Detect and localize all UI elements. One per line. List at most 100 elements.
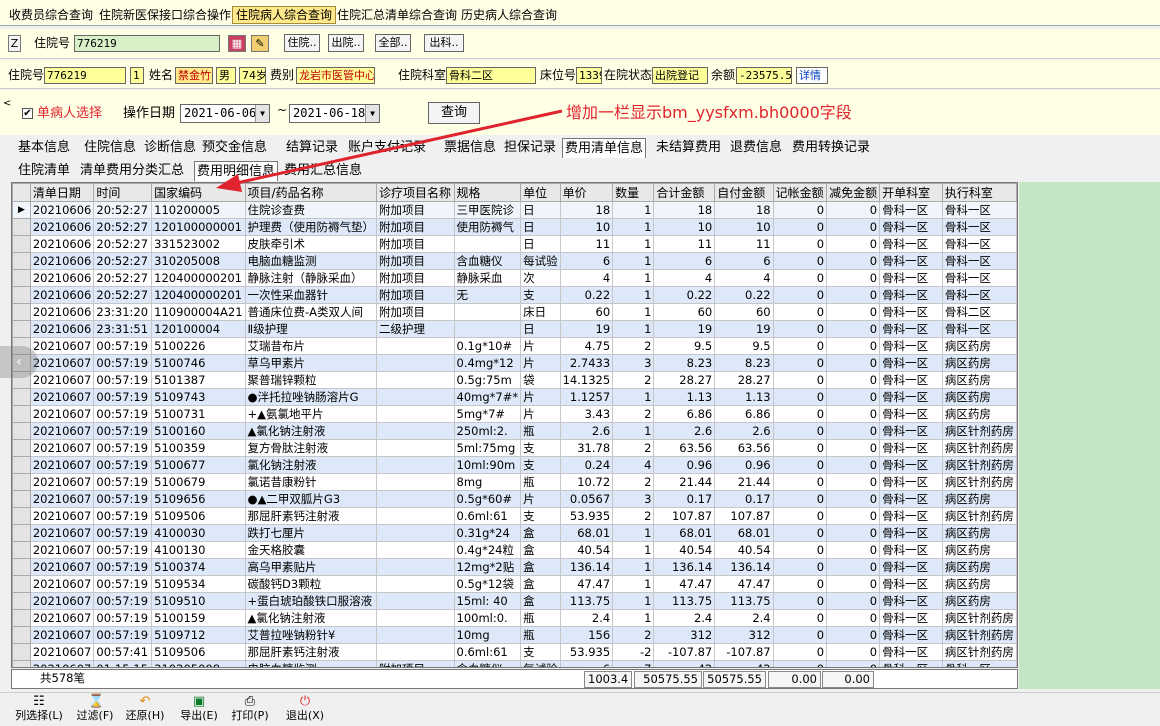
all-button[interactable]: 全部.. [375, 34, 411, 52]
table-row[interactable]: 20210606 23:31:20 110900004A21 普通床位费-A类双人间附… [12, 303, 1017, 321]
fee-detail-grid[interactable]: 清单日期 时间 国家编码 项目/药品名称 诊疗项目名称 规格 单位 单价 数量 合计金额 自付金额记… [11, 182, 1018, 668]
row-indicator[interactable] [12, 575, 31, 593]
row-indicator[interactable] [12, 303, 31, 321]
row-indicator[interactable] [12, 592, 31, 610]
exit-dept-button[interactable]: 出科.. [424, 34, 464, 52]
print-button[interactable]: ⎙ 打印(P) [227, 695, 273, 725]
table-row[interactable]: 20210607 00:57:19 5109656 ●▲二甲双胍片G3 0.5g*60#… [12, 490, 1017, 508]
row-indicator[interactable] [12, 439, 31, 457]
discharge-button[interactable]: 出院.. [328, 34, 364, 52]
row-indicator[interactable] [12, 558, 31, 576]
date-from-picker[interactable]: 2021-06-06 ▼ [180, 104, 270, 123]
tab-history-patient[interactable]: 历史病人综合查询 [458, 6, 560, 24]
row-indicator[interactable] [12, 626, 31, 644]
date-to-picker[interactable]: 2021-06-18 ▼ [289, 104, 380, 123]
subtab-2[interactable]: 清单费用分类汇总 [78, 161, 186, 181]
row-indicator[interactable] [12, 235, 31, 253]
column-select-button[interactable]: ☷ 列选择(L) [12, 695, 66, 725]
table-row[interactable]: 20210607 00:57:19 5109534 碳酸钙D3颗粒 0.5g*12袋盒 4… [12, 575, 1017, 593]
column-header[interactable]: 数量 [612, 183, 655, 202]
subtab-3[interactable]: 费用明细信息 [194, 161, 279, 181]
row-indicator[interactable] [12, 643, 31, 661]
table-row[interactable]: 20210607 00:57:19 5100160 ▲氯化钠注射液 250ml:2. 瓶 2… [12, 422, 1017, 440]
row-indicator[interactable] [12, 473, 31, 491]
row-indicator[interactable] [12, 524, 31, 542]
row-indicator[interactable] [12, 456, 31, 474]
column-header[interactable]: 执行科室 [941, 183, 1017, 202]
table-row[interactable]: 20210607 00:57:19 5109712 艾普拉唑钠粉针¥ 10mg 瓶 156 2… [12, 626, 1017, 644]
export-button[interactable]: ▣ 导出(E) [176, 695, 222, 725]
table-row[interactable]: 20210606 23:31:51 120100004 Ⅱ级护理 二级护理日 19 1 19 1… [12, 320, 1017, 338]
tab-9[interactable]: 费用清单信息 [562, 138, 647, 158]
table-row[interactable]: 2021060701:15:15310205008电脑血糖监测附加项目含血糖仪每… [12, 660, 1017, 667]
column-header[interactable]: 合计金额 [653, 183, 716, 202]
column-header[interactable]: 时间 [93, 183, 153, 202]
tab-cashier-query[interactable]: 收费员综合查询 [6, 6, 96, 24]
row-indicator[interactable] [12, 388, 31, 406]
row-indicator[interactable] [12, 286, 31, 304]
table-row[interactable]: 20210607 00:57:19 5100359 复方骨肽注射液 5ml:75mg 支 3… [12, 439, 1017, 457]
column-header[interactable]: 自付金额 [714, 183, 774, 202]
row-indicator[interactable] [12, 405, 31, 423]
row-indicator[interactable] [12, 541, 31, 559]
row-indicator[interactable] [12, 490, 31, 508]
column-header[interactable]: 单位 [520, 183, 561, 202]
table-row[interactable]: 20210606 20:52:27 120400000201 静脉注射（静脉采血） 附加… [12, 269, 1017, 287]
inpatient-no-input[interactable]: 776219 [74, 35, 220, 52]
table-row[interactable]: 20210607 00:57:19 5100679 氯诺昔康粉针 8mg 瓶 10.72 2 2… [12, 473, 1017, 491]
table-row[interactable]: 20210607 00:57:19 5101387 聚普瑞锌颗粒 0.5g:75m 袋 14… [12, 371, 1017, 389]
column-header[interactable]: 单价 [559, 183, 614, 202]
column-header[interactable]: 开单科室 [879, 183, 943, 202]
key-icon[interactable]: ✎ [251, 35, 269, 52]
card-reader-icon[interactable]: ▦ [228, 35, 246, 52]
table-row[interactable]: 20210606 20:52:27 310205008 电脑血糖监测 附加项目 含血糖仪每… [12, 252, 1017, 270]
table-row[interactable]: 20210607 00:57:19 5100159 ▲氯化钠注射液 100ml:0. 瓶 2… [12, 609, 1017, 627]
z-button[interactable]: Z [8, 35, 21, 52]
tab-12[interactable]: 费用转换记录 [790, 138, 872, 158]
collapse-arrow-icon[interactable]: < [3, 98, 11, 109]
table-row[interactable]: 20210607 00:57:19 5109743 ●泮托拉唑钠肠溶片G 40mg*7#… [12, 388, 1017, 406]
table-row[interactable]: 20210607 00:57:19 5109506 那屈肝素钙注射液 0.6ml:61 支… [12, 507, 1017, 525]
tab-10[interactable]: 未结算费用 [654, 138, 723, 158]
tab-inpatient-query[interactable]: 住院病人综合查询 [232, 6, 337, 24]
single-patient-checkbox[interactable]: ✔ [22, 108, 33, 119]
query-button[interactable]: 查询 [428, 102, 480, 124]
column-header[interactable]: 记帐金额 [772, 183, 828, 202]
tab-7[interactable]: 票据信息 [442, 138, 498, 158]
chevron-down-icon[interactable]: ▼ [255, 105, 269, 122]
table-row[interactable]: 20210606 20:52:27 120100000001 护理费（使用防褥气垫）附… [12, 218, 1017, 236]
subtab-1[interactable]: 住院清单 [16, 161, 72, 181]
table-row[interactable]: 20210607 00:57:19 4100030 跌打七厘片 0.31g*24 盒 68.… [12, 524, 1017, 542]
tab-3[interactable]: 诊断信息 [142, 138, 198, 158]
row-indicator[interactable] [12, 269, 31, 287]
row-indicator[interactable] [12, 320, 31, 338]
tab-8[interactable]: 担保记录 [502, 138, 558, 158]
row-indicator[interactable] [12, 507, 31, 525]
row-indicator[interactable] [12, 660, 31, 667]
admit-button[interactable]: 住院.. [284, 34, 320, 52]
table-row[interactable]: 20210607 00:57:19 5100731 +▲氨氯地平片 5mg*7# 片 3.4… [12, 405, 1017, 423]
column-header[interactable]: 国家编码 [151, 183, 246, 202]
table-row[interactable]: 20210607 00:57:19 5100374 高乌甲素贴片 12mg*2贴盒 136… [12, 558, 1017, 576]
column-header[interactable]: 规格 [453, 183, 522, 202]
table-row[interactable]: 20210606 20:52:27 331523002 皮肤牵引术 附加项目日 11 1 11… [12, 235, 1017, 253]
tab-summary-list[interactable]: 住院汇总清单综合查询 [334, 6, 460, 24]
tab-insurance-interface[interactable]: 住院新医保接口综合操作 [96, 6, 234, 24]
table-row[interactable]: 20210607 00:57:19 5100677 氯化钠注射液 10ml:90m 支 0.… [12, 456, 1017, 474]
row-indicator[interactable] [12, 422, 31, 440]
table-row[interactable]: 20210606 20:52:27 120400000201 一次性采血器针 附加项目无… [12, 286, 1017, 304]
table-row[interactable]: 20210607 00:57:19 4100130 金天格胶囊 0.4g*24粒盒 40.… [12, 541, 1017, 559]
table-row[interactable]: ▶ 20210606 20:52:27 110200005 住院诊查费 附加项目 三甲医院诊… [12, 201, 1017, 219]
column-header[interactable]: 减免金额 [826, 183, 881, 202]
tab-1[interactable]: 基本信息 [16, 138, 72, 158]
table-row[interactable]: 20210607 00:57:19 5100746 草乌甲素片 0.4mg*12 片 2.7… [12, 354, 1017, 372]
column-header[interactable]: 诊疗项目名称 [376, 183, 455, 202]
table-row[interactable]: 20210607 00:57:41 5109506 那屈肝素钙注射液 0.6ml:61 支… [12, 643, 1017, 661]
tab-2[interactable]: 住院信息 [82, 138, 138, 158]
current-row-pointer-icon[interactable]: ▶ [12, 201, 31, 219]
tab-4[interactable]: 预交金信息 [200, 138, 269, 158]
exit-button[interactable]: ⏻ 退出(X) [282, 695, 328, 725]
restore-button[interactable]: ↶ 还原(H) [122, 695, 168, 725]
scroll-left-handle[interactable]: ‹ [0, 346, 38, 378]
chevron-down-icon[interactable]: ▼ [365, 105, 379, 122]
